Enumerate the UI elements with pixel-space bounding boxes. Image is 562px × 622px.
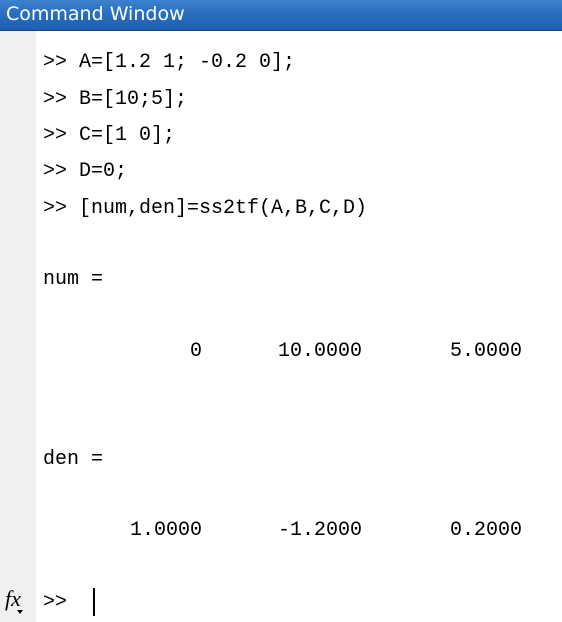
history-line: >> C=[1 0];	[43, 124, 176, 147]
dropdown-arrow-icon	[17, 610, 23, 614]
left-gutter	[0, 31, 36, 622]
command-window: Command Window >> A=[1.2 1; -0.2 0]; >> …	[0, 0, 562, 622]
command-prompt-row: fx >>	[0, 586, 562, 620]
den-value: 1.0000	[129, 519, 202, 542]
history-line: >> [num,den]=ss2tf(A,B,C,D)	[43, 197, 368, 220]
den-value: 0.2000	[449, 519, 522, 542]
fx-label: fx	[5, 586, 21, 611]
num-output-label: num =	[43, 268, 104, 291]
num-value: 0	[189, 340, 202, 363]
text-cursor	[93, 588, 95, 616]
num-value: 10.0000	[277, 340, 362, 363]
title-bar[interactable]: Command Window	[0, 0, 562, 31]
window-title: Command Window	[6, 3, 185, 25]
history-line: >> D=0;	[43, 160, 128, 183]
history-line: >> B=[10;5];	[43, 88, 188, 111]
num-value: 5.0000	[449, 340, 522, 363]
history-line: >> A=[1.2 1; -0.2 0];	[43, 51, 296, 74]
den-value: -1.2000	[277, 519, 362, 542]
fx-function-browser-icon[interactable]: fx	[5, 586, 35, 616]
prompt-symbol: >>	[43, 591, 68, 614]
den-output-label: den =	[43, 448, 104, 471]
command-input[interactable]	[36, 586, 556, 620]
